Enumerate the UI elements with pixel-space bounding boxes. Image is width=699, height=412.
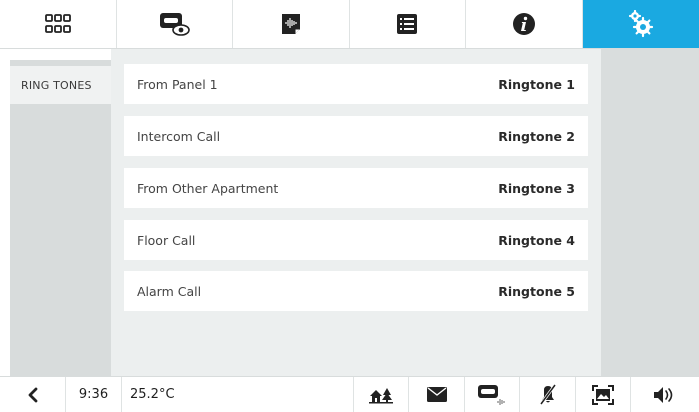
tab-settings[interactable] xyxy=(582,0,699,48)
home-button[interactable] xyxy=(354,376,409,412)
ringtone-list: From Panel 1 Ringtone 1 Intercom Call Ri… xyxy=(111,49,601,376)
tab-list[interactable] xyxy=(350,0,466,48)
ringtone-row[interactable]: Floor Call Ringtone 4 xyxy=(124,220,588,260)
time-text: 9:36 xyxy=(78,387,109,402)
tab-menu[interactable] xyxy=(0,0,117,48)
mute-icon xyxy=(539,383,556,405)
screen-capture-icon xyxy=(592,384,614,405)
chevron-left-icon xyxy=(28,387,37,402)
messages-button[interactable] xyxy=(409,376,465,412)
ringtone-source-label: Floor Call xyxy=(137,232,196,248)
ringtone-value: Ringtone 1 xyxy=(498,76,575,92)
ringtone-row[interactable]: Intercom Call Ringtone 2 xyxy=(124,116,588,156)
top-tab-bar xyxy=(0,0,699,49)
list-icon xyxy=(397,14,418,34)
ringtone-source-label: Alarm Call xyxy=(137,283,202,299)
ringtone-value: Ringtone 2 xyxy=(498,128,575,144)
temperature-text: 25.2°C xyxy=(130,387,175,402)
speaker-icon xyxy=(654,386,673,403)
ringtone-row[interactable]: From Panel 1 Ringtone 1 xyxy=(124,64,588,104)
grid-icon xyxy=(44,14,71,33)
info-icon xyxy=(512,13,535,35)
ringtone-source-label: Intercom Call xyxy=(137,128,221,144)
back-button[interactable] xyxy=(0,376,66,412)
ringtone-row[interactable]: From Other Apartment Ringtone 3 xyxy=(124,168,588,208)
clock: 9:36 xyxy=(66,376,122,412)
ringtone-source-label: From Panel 1 xyxy=(137,76,218,92)
temperature: 25.2°C xyxy=(122,376,354,412)
right-panel xyxy=(601,49,699,376)
sidebar-item-ring-tones[interactable]: RING TONES xyxy=(10,66,111,104)
answering-machine-button[interactable] xyxy=(465,376,520,412)
tab-voice-memo[interactable] xyxy=(233,0,350,48)
settings-sidebar: RING TONES xyxy=(10,60,111,376)
answering-machine-icon xyxy=(478,384,505,405)
bottom-status-bar: 9:36 25.2°C xyxy=(0,376,699,412)
screen: RING TONES From Panel 1 Ringtone 1 Inter… xyxy=(0,0,699,412)
ringtone-value: Ringtone 3 xyxy=(498,180,575,196)
volume-button[interactable] xyxy=(631,377,699,412)
ringtone-row[interactable]: Alarm Call Ringtone 5 xyxy=(124,271,588,311)
camera-view-icon xyxy=(160,13,191,36)
tab-camera[interactable] xyxy=(117,0,233,48)
voice-memo-icon xyxy=(281,14,300,34)
screen-capture-button[interactable] xyxy=(576,376,631,412)
tab-info[interactable] xyxy=(466,0,583,48)
mute-button[interactable] xyxy=(520,376,576,412)
ringtone-value: Ringtone 4 xyxy=(498,232,575,248)
envelope-icon xyxy=(426,387,447,402)
settings-gears-icon xyxy=(628,10,653,38)
home-garden-icon xyxy=(369,387,393,403)
sidebar-item-label: RING TONES xyxy=(21,78,92,92)
ringtone-source-label: From Other Apartment xyxy=(137,180,279,196)
ringtone-value: Ringtone 5 xyxy=(498,283,575,299)
